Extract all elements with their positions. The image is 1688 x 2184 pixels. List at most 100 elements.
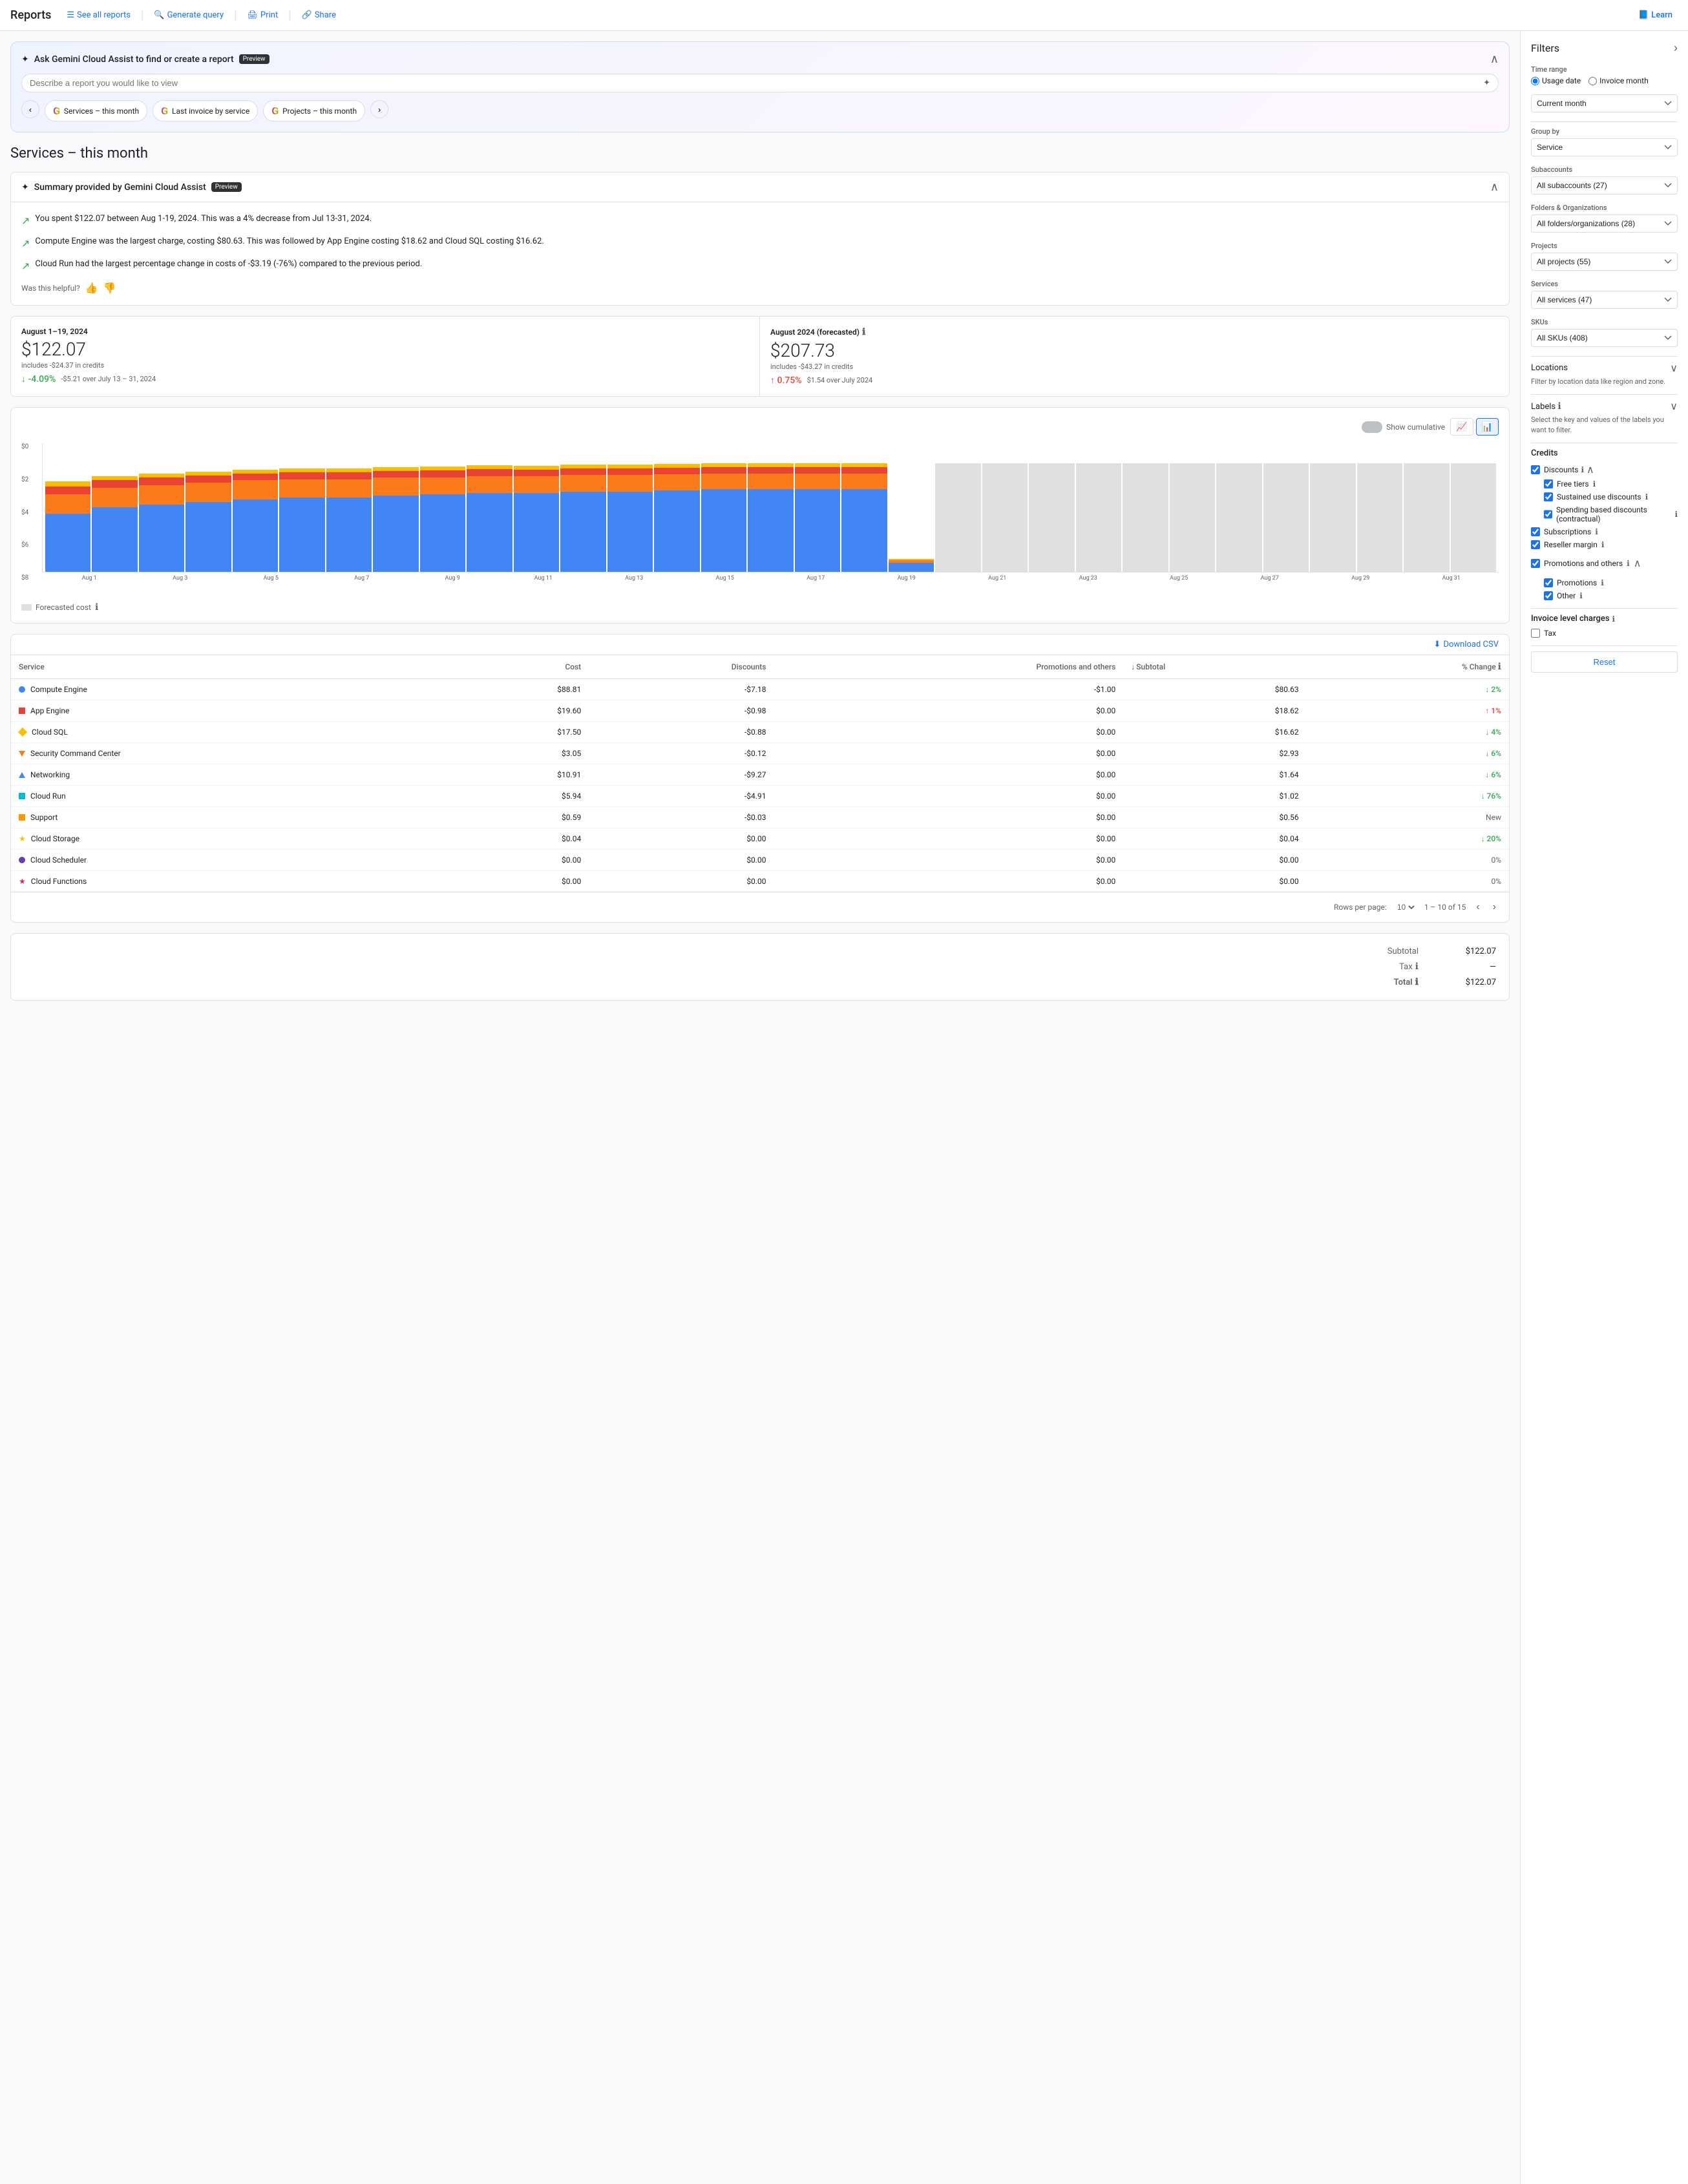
filters-collapse-button[interactable]: › bbox=[1674, 41, 1678, 55]
share-link[interactable]: 🔗 Share bbox=[297, 8, 341, 23]
download-csv-link[interactable]: ⬇ Download CSV bbox=[1434, 640, 1499, 649]
summary-arrow-icon-1: ↗ bbox=[21, 236, 30, 251]
th-cost: Cost bbox=[444, 655, 589, 679]
promotions-and-others-checkbox[interactable]: Promotions and others ℹ ∧ bbox=[1531, 557, 1641, 569]
thumbs-down-button[interactable]: 👎 bbox=[103, 282, 116, 295]
chart-y-labels: $8 $6 $4 $2 $0 bbox=[21, 443, 28, 582]
tax-checkbox[interactable]: Tax bbox=[1531, 629, 1678, 638]
services-select[interactable]: All services (47) bbox=[1531, 291, 1678, 309]
invoice-charges-help-icon[interactable]: ℹ bbox=[1612, 614, 1616, 624]
skus-select[interactable]: All SKUs (408) bbox=[1531, 329, 1678, 347]
free-tiers-checkbox[interactable]: Free tiers ℹ bbox=[1544, 479, 1678, 488]
labels-desc: Select the key and values of the labels … bbox=[1531, 415, 1678, 435]
labels-info-icon[interactable]: ℹ bbox=[1557, 401, 1561, 412]
summary-header: ✦ Summary provided by Gemini Cloud Assis… bbox=[11, 173, 1509, 202]
gemini-search-input[interactable] bbox=[30, 78, 1483, 88]
subscriptions-help-icon[interactable]: ℹ bbox=[1595, 527, 1598, 536]
folders-label: Folders & Organizations bbox=[1531, 204, 1678, 212]
group-by-select[interactable]: Service bbox=[1531, 138, 1678, 156]
filter-credits: Credits Discounts ℹ ∧ Free tiers ℹ bbox=[1531, 448, 1678, 549]
gemini-collapse-button[interactable]: ∧ bbox=[1490, 52, 1499, 66]
subaccounts-select[interactable]: All subaccounts (27) bbox=[1531, 176, 1678, 194]
bar-day-9 bbox=[420, 467, 465, 572]
discounts-help-icon[interactable]: ℹ bbox=[1581, 465, 1584, 474]
radio-usage-date[interactable]: Usage date bbox=[1531, 76, 1581, 85]
table-row: ★ Cloud Storage $0.04 $0.00 $0.00 $0.04 … bbox=[11, 828, 1509, 850]
discounts-checkbox[interactable]: Discounts ℹ ∧ bbox=[1531, 463, 1678, 476]
tax-info-icon[interactable]: ℹ bbox=[1415, 961, 1419, 972]
gemini-star-icon: ✦ bbox=[21, 54, 29, 65]
learn-link[interactable]: 📘 Learn bbox=[1633, 8, 1678, 23]
see-all-reports-link[interactable]: ☰ See all reports bbox=[61, 8, 136, 23]
spending-based-checkbox[interactable]: Spending based discounts (contractual) ℹ bbox=[1544, 505, 1678, 523]
bar-chart-button[interactable]: 📊 bbox=[1476, 418, 1499, 436]
forecasted-legend: Forecasted cost ℹ bbox=[21, 602, 1499, 613]
total-label: Total ℹ bbox=[1394, 977, 1419, 987]
reset-button[interactable]: Reset bbox=[1531, 651, 1678, 673]
filter-group-by: Group by Service bbox=[1531, 127, 1678, 156]
projects-select[interactable]: All projects (55) bbox=[1531, 253, 1678, 271]
metric-forecasted-period: August 2024 (forecasted) bbox=[770, 328, 860, 337]
forecasted-info-icon[interactable]: ℹ bbox=[862, 327, 865, 337]
filter-services: Services All services (47) bbox=[1531, 280, 1678, 309]
credits-header: Credits bbox=[1531, 448, 1678, 458]
radio-invoice-month[interactable]: Invoice month bbox=[1588, 76, 1649, 85]
gemini-chip-invoice[interactable]: G Last invoice by service bbox=[153, 100, 258, 121]
locations-header[interactable]: Locations ∨ bbox=[1531, 362, 1678, 374]
sustained-help-icon[interactable]: ℹ bbox=[1645, 492, 1649, 501]
bar-day-19 bbox=[889, 559, 934, 572]
bar-day-22 bbox=[1029, 463, 1074, 572]
promotions-checkbox[interactable]: Promotions ℹ bbox=[1544, 578, 1678, 587]
tax-label: Tax ℹ bbox=[1399, 961, 1419, 972]
promotions-toggle-icon[interactable]: ∧ bbox=[1634, 557, 1641, 569]
total-info-icon[interactable]: ℹ bbox=[1415, 977, 1419, 987]
gemini-chip-projects[interactable]: G Projects – this month bbox=[263, 100, 365, 121]
rows-per-page-select[interactable]: 10 25 50 bbox=[1395, 902, 1417, 912]
free-tiers-help-icon[interactable]: ℹ bbox=[1593, 479, 1596, 488]
skus-label: SKUs bbox=[1531, 318, 1678, 326]
forecasted-info-icon-chart[interactable]: ℹ bbox=[95, 602, 98, 613]
bar-day-29 bbox=[1357, 463, 1402, 572]
helpful-label: Was this helpful? bbox=[21, 284, 80, 293]
prev-page-button[interactable]: ‹ bbox=[1473, 899, 1482, 916]
line-chart-button[interactable]: 📈 bbox=[1450, 418, 1473, 436]
other-help-icon[interactable]: ℹ bbox=[1579, 591, 1583, 600]
other-checkbox[interactable]: Other ℹ bbox=[1544, 591, 1678, 600]
chips-next-button[interactable]: › bbox=[370, 100, 388, 118]
gemini-chip-icon-2: G bbox=[271, 105, 279, 117]
print-link[interactable]: 🖨 Print bbox=[242, 8, 284, 23]
service-icon-cloud-storage: ★ bbox=[19, 834, 26, 843]
labels-header[interactable]: Labels ℹ ∨ bbox=[1531, 400, 1678, 412]
change-info-icon[interactable]: ℹ bbox=[1498, 662, 1501, 672]
thumbs-up-button[interactable]: 👍 bbox=[85, 282, 98, 295]
next-page-button[interactable]: › bbox=[1490, 899, 1499, 916]
bar-day-26 bbox=[1216, 463, 1261, 572]
bar-day-2 bbox=[92, 476, 137, 572]
discounts-toggle-icon[interactable]: ∧ bbox=[1587, 463, 1594, 476]
sustained-use-checkbox[interactable]: Sustained use discounts ℹ bbox=[1544, 492, 1678, 501]
summary-arrow-icon-2: ↗ bbox=[21, 258, 30, 274]
th-change: % Change ℹ bbox=[1307, 655, 1509, 679]
chips-prev-button[interactable]: ‹ bbox=[21, 100, 39, 118]
bar-day-7 bbox=[326, 468, 372, 572]
show-cumulative-toggle[interactable]: Show cumulative bbox=[1362, 421, 1445, 433]
reseller-help-icon[interactable]: ℹ bbox=[1601, 540, 1605, 549]
summary-collapse-button[interactable]: ∧ bbox=[1490, 180, 1499, 194]
labels-toggle-icon: ∨ bbox=[1670, 400, 1678, 412]
filters-header: Filters › bbox=[1531, 41, 1678, 55]
period-select[interactable]: Current month bbox=[1531, 94, 1678, 112]
metric-current-amount: $122.07 bbox=[21, 339, 749, 360]
generate-query-link[interactable]: 🔍 Generate query bbox=[149, 8, 229, 23]
promotions-help-icon[interactable]: ℹ bbox=[1627, 559, 1630, 568]
folders-select[interactable]: All folders/organizations (28) bbox=[1531, 215, 1678, 233]
helpful-row: Was this helpful? 👍 👎 bbox=[21, 282, 1499, 295]
summary-header-left: ✦ Summary provided by Gemini Cloud Assis… bbox=[21, 182, 242, 193]
cumulative-toggle-switch[interactable] bbox=[1362, 421, 1382, 433]
service-icon-app-engine bbox=[19, 708, 25, 714]
gemini-chip-services[interactable]: G Services – this month bbox=[45, 100, 147, 121]
subscriptions-checkbox[interactable]: Subscriptions ℹ bbox=[1531, 527, 1678, 536]
spending-help-icon[interactable]: ℹ bbox=[1674, 510, 1678, 519]
summary-preview-badge: Preview bbox=[211, 182, 242, 192]
promotions-item-help-icon[interactable]: ℹ bbox=[1601, 578, 1604, 587]
reseller-margin-checkbox[interactable]: Reseller margin ℹ bbox=[1531, 540, 1678, 549]
